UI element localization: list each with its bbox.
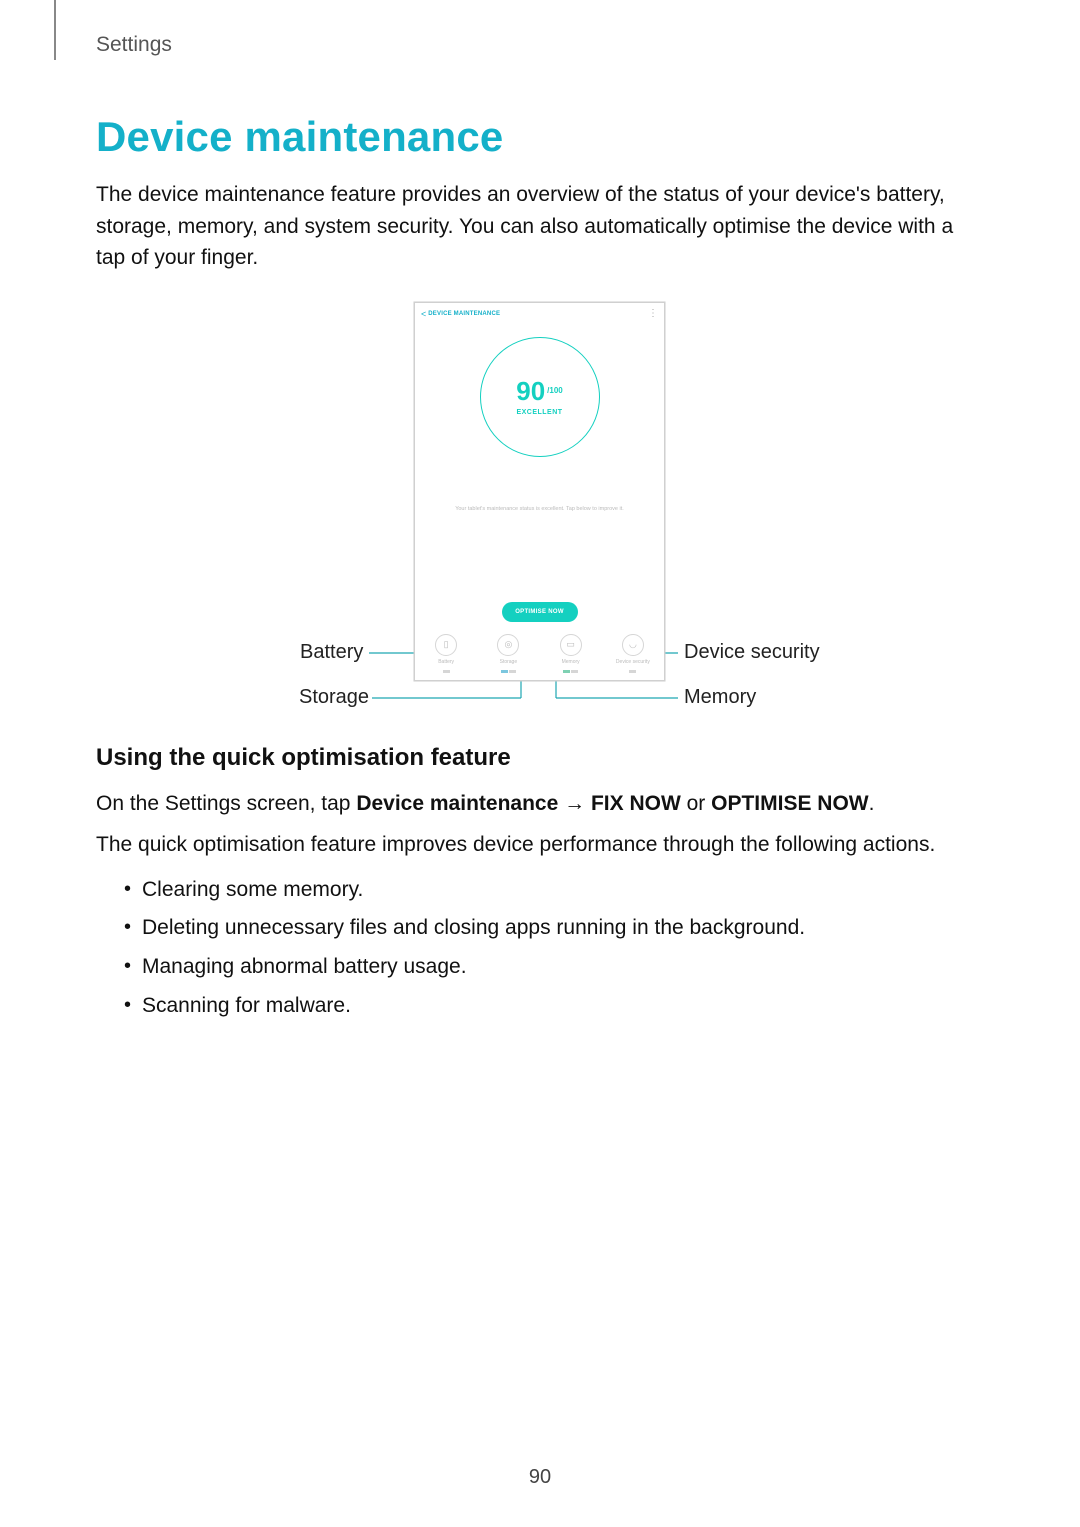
score-circle: 90/100 EXCELLENT [480,337,600,457]
maintenance-tabs: ▯ Battery ◎ Storage ▭ Memory ◡ Device se… [415,628,664,680]
intro-paragraph: The device maintenance feature provides … [96,179,980,274]
screenshot-title: DEVICE MAINTENANCE [428,311,648,317]
score-rating: EXCELLENT [516,409,562,416]
tab-battery-bars [443,669,450,673]
tab-memory-label: Memory [562,659,580,665]
step1-prefix: On the Settings screen, tap [96,792,356,815]
step1-suffix: . [869,792,875,815]
step-line-1: On the Settings screen, tap Device maint… [96,788,980,820]
actions-list: Clearing some memory. Deleting unnecessa… [96,871,980,1026]
list-item: Clearing some memory. [124,871,980,910]
score-circle-wrap: 90/100 EXCELLENT [415,337,664,457]
tab-battery-label: Battery [438,659,454,665]
arrow-icon: → [558,792,591,815]
tab-storage[interactable]: ◎ Storage [477,628,539,680]
tab-security-label: Device security [616,659,650,665]
memory-icon: ▭ [560,634,582,656]
score-unit: /100 [547,386,563,395]
page-heading: Device maintenance [96,113,980,161]
score-value-row: 90/100 [516,378,563,405]
list-item: Deleting unnecessary files and closing a… [124,909,980,948]
list-item: Scanning for malware. [124,987,980,1026]
tab-storage-bars [501,669,517,673]
storage-icon: ◎ [497,634,519,656]
page-number: 90 [0,1466,1080,1489]
callout-battery: Battery [300,641,363,664]
tab-security[interactable]: ◡ Device security [602,628,664,680]
step1-bold2: FIX NOW [591,792,681,815]
back-icon[interactable]: < [421,309,426,319]
callout-storage: Storage [299,686,369,709]
callout-memory: Memory [684,686,756,709]
page-corner-mark [54,0,56,60]
device-screenshot: < DEVICE MAINTENANCE ⋮ 90/100 EXCELLENT … [414,302,665,681]
tab-storage-label: Storage [500,659,518,665]
battery-icon: ▯ [435,634,457,656]
step1-bold1: Device maintenance [356,792,558,815]
step1-bold3: OPTIMISE NOW [711,792,869,815]
subheading: Using the quick optimisation feature [96,744,980,772]
optimise-now-button[interactable]: OPTIMISE NOW [502,602,578,622]
more-icon[interactable]: ⋮ [648,309,658,319]
page-content: Settings Device maintenance The device m… [96,33,980,1026]
tab-memory[interactable]: ▭ Memory [540,628,602,680]
tab-battery[interactable]: ▯ Battery [415,628,477,680]
status-message: Your tablet's maintenance status is exce… [415,505,664,514]
tab-memory-bars [563,669,579,673]
list-item: Managing abnormal battery usage. [124,948,980,987]
score-value: 90 [516,376,545,406]
breadcrumb: Settings [96,33,980,57]
tab-security-bars [629,669,636,673]
screenshot-header: < DEVICE MAINTENANCE ⋮ [415,303,664,323]
figure-area: Battery Storage Memory Device security <… [96,302,980,712]
callout-security: Device security [684,641,820,664]
step-line-2: The quick optimisation feature improves … [96,829,980,861]
step1-or: or [681,792,711,815]
security-icon: ◡ [622,634,644,656]
